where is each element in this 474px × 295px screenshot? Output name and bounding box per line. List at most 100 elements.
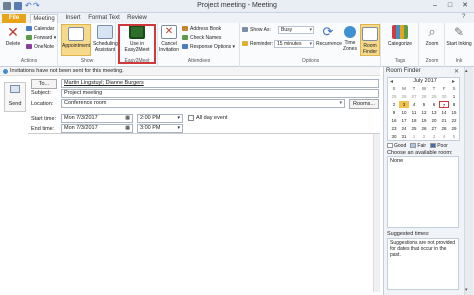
recurrence-button[interactable]: ⟳ Recurrence: [316, 24, 342, 55]
scroll-down-icon[interactable]: ▾: [465, 287, 468, 293]
reminder-select[interactable]: 15 minutes ▾: [274, 40, 314, 48]
calendar-day[interactable]: 12: [419, 109, 429, 116]
calendar-day[interactable]: 22: [449, 117, 459, 124]
calendar-day[interactable]: 14: [439, 109, 449, 116]
tab-review[interactable]: Review: [124, 14, 150, 23]
calendar-day[interactable]: 5: [449, 133, 459, 140]
response-options-button[interactable]: Response Options ▾: [182, 44, 235, 51]
close-icon[interactable]: ✕: [454, 68, 459, 75]
room-finder-button[interactable]: Room Finder: [360, 24, 380, 56]
calendar-day[interactable]: 6: [429, 101, 439, 108]
room-list[interactable]: None: [387, 156, 459, 228]
maximize-button[interactable]: □: [443, 1, 457, 11]
calendar-day[interactable]: 30: [389, 133, 399, 140]
start-inking-button[interactable]: ✎ Start Inking: [446, 25, 472, 55]
window-title: Project meeting - Meeting: [197, 2, 277, 9]
calendar-day[interactable]: 31: [399, 133, 409, 140]
room-list-item[interactable]: None: [390, 158, 403, 164]
appointment-icon: [68, 27, 84, 41]
calendar-day[interactable]: 17: [399, 117, 409, 124]
tab-format-text[interactable]: Format Text: [87, 14, 121, 23]
prev-month-icon[interactable]: ◂: [390, 78, 393, 85]
calendar-day[interactable]: 29: [449, 125, 459, 132]
calendar-day[interactable]: 1: [449, 93, 459, 100]
scroll-up-icon[interactable]: ▴: [465, 68, 468, 74]
show-as-select[interactable]: Busy ▾: [278, 26, 314, 34]
start-time-select[interactable]: 2:00 PM ▾: [137, 114, 183, 123]
location-label: Location:: [31, 101, 54, 107]
check-names-button[interactable]: Check Names: [182, 35, 221, 42]
delete-button[interactable]: ✕ Delete: [2, 25, 24, 55]
calendar-day[interactable]: 2: [389, 101, 399, 108]
end-date-value: Mon 7/3/2017: [64, 125, 98, 131]
appointment-button[interactable]: Appointment: [61, 24, 91, 56]
calendar-day[interactable]: 16: [389, 117, 399, 124]
calendar-day[interactable]: 11: [409, 109, 419, 116]
delete-label: Delete: [5, 41, 21, 47]
calendar-day[interactable]: 1: [409, 133, 419, 140]
calendar-day[interactable]: 27: [409, 93, 419, 100]
calendar-day[interactable]: 2: [419, 133, 429, 140]
recurrence-icon: ⟳: [322, 24, 334, 39]
forward-button[interactable]: Forward ▾: [26, 35, 56, 42]
calendar-day[interactable]: 24: [399, 125, 409, 132]
calendar-day[interactable]: 15: [449, 109, 459, 116]
start-date-picker[interactable]: Mon 7/3/2017 ▦: [61, 114, 133, 123]
help-icon[interactable]: ?: [462, 14, 465, 20]
body-scrollbar[interactable]: [373, 134, 380, 292]
address-book-button[interactable]: Address Book: [182, 26, 221, 33]
categorize-button[interactable]: Categorize: [384, 25, 416, 55]
end-time-select[interactable]: 3:00 PM ▾: [137, 124, 183, 133]
zoom-button[interactable]: ⌕ Zoom: [421, 25, 443, 55]
calendar-day[interactable]: 21: [439, 117, 449, 124]
to-button[interactable]: To...: [31, 79, 57, 89]
tab-file[interactable]: File: [2, 14, 26, 23]
calendar-day[interactable]: 30: [439, 93, 449, 100]
calendar-day[interactable]: 26: [399, 93, 409, 100]
calendar-day[interactable]: 4: [409, 101, 419, 108]
calendar-button[interactable]: Calendar: [26, 26, 54, 33]
tab-insert[interactable]: Insert: [62, 14, 84, 23]
time-zones-button[interactable]: Time Zones: [341, 25, 359, 55]
rooms-button[interactable]: Rooms...: [349, 99, 379, 109]
close-button[interactable]: ✕: [458, 1, 472, 11]
calendar-day[interactable]: 5: [419, 101, 429, 108]
calendar-day[interactable]: 9: [389, 109, 399, 116]
appointment-label: Appointment: [62, 43, 91, 49]
calendar-day[interactable]: 8: [449, 101, 459, 108]
calendar-day[interactable]: 13: [429, 109, 439, 116]
calendar-day[interactable]: 28: [439, 125, 449, 132]
reminder-label: Reminder:: [242, 41, 273, 48]
scheduling-assistant-button[interactable]: Scheduling Assistant: [93, 25, 118, 55]
calendar-day[interactable]: 29: [429, 93, 439, 100]
to-field[interactable]: Martin Lingstuyl; Dianne Burgers: [61, 79, 379, 88]
subject-field[interactable]: Project meeting: [61, 89, 379, 98]
message-body[interactable]: [28, 133, 380, 293]
calendar-day[interactable]: 23: [389, 125, 399, 132]
calendar-day[interactable]: 4: [439, 133, 449, 140]
calendar-day[interactable]: 26: [419, 125, 429, 132]
calendar-day[interactable]: 7: [439, 101, 449, 108]
cancel-invitation-button[interactable]: ✕ Cancel Invitation: [158, 25, 180, 55]
calendar-day[interactable]: 10: [399, 109, 409, 116]
calendar-day[interactable]: 18: [409, 117, 419, 124]
calendar-day[interactable]: 25: [389, 93, 399, 100]
calendar-day[interactable]: 25: [409, 125, 419, 132]
attendees-group-label: Attendees: [187, 58, 211, 64]
location-field[interactable]: Conference room ▾: [61, 99, 345, 108]
next-month-icon[interactable]: ▸: [452, 78, 455, 85]
minimize-button[interactable]: –: [428, 1, 442, 11]
end-date-picker[interactable]: Mon 7/3/2017 ▦: [61, 124, 133, 133]
info-icon: [3, 69, 8, 74]
calendar-day[interactable]: 3: [399, 101, 409, 108]
onenote-button[interactable]: OneNote: [26, 44, 54, 51]
all-day-checkbox[interactable]: [188, 115, 194, 121]
room-finder-scrollbar[interactable]: [464, 67, 473, 295]
calendar-day[interactable]: 19: [419, 117, 429, 124]
calendar-month: July 2017: [413, 78, 437, 84]
calendar-day[interactable]: 27: [429, 125, 439, 132]
calendar-day[interactable]: 3: [429, 133, 439, 140]
calendar-day[interactable]: 28: [419, 93, 429, 100]
calendar-day[interactable]: 20: [429, 117, 439, 124]
legend-good-swatch: [387, 143, 393, 149]
